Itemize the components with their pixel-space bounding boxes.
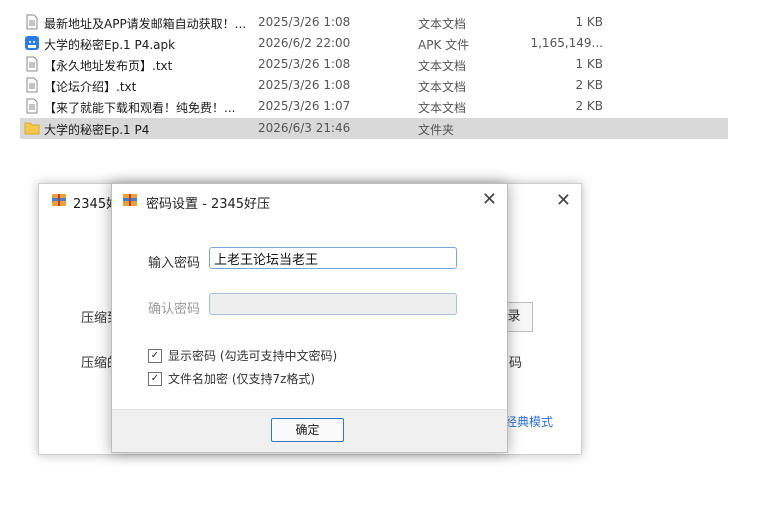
file-row[interactable]: 最新地址及APP请发邮箱自动获取！... 2025/3/26 1:08 文本文档… — [20, 12, 728, 33]
show-password-checkbox[interactable]: ✓ — [148, 348, 162, 363]
compress-dialog-titlebar: 2345好 — [51, 192, 119, 212]
folder-icon — [24, 120, 40, 136]
encrypt-filenames-checkbox[interactable]: ✓ — [148, 371, 162, 386]
file-size: 2 KB — [575, 78, 603, 92]
file-date: 2025/3/26 1:07 — [258, 99, 351, 113]
file-date: 2025/3/26 1:08 — [258, 78, 351, 92]
file-name: 大学的秘密Ep.1 P4.apk — [44, 38, 176, 52]
text-file-icon — [24, 14, 40, 30]
file-date: 2026/6/3 21:46 — [258, 121, 351, 135]
password-dialog-title: 密码设置 - 2345好压 — [146, 196, 271, 212]
password-input[interactable] — [209, 247, 457, 269]
file-name: 【永久地址发布页】.txt — [44, 59, 173, 73]
file-name: 大学的秘密Ep.1 P4 — [44, 123, 150, 137]
file-date: 2026/6/2 22:00 — [258, 36, 351, 50]
encrypt-filenames-option[interactable]: ✓ 文件名加密 (仅支持7z格式) — [148, 370, 315, 387]
close-icon[interactable]: ✕ — [556, 190, 571, 211]
file-type: APK 文件 — [418, 38, 470, 52]
app-logo-icon — [51, 192, 67, 212]
ok-button[interactable]: 确定 — [271, 418, 344, 442]
password-option-text[interactable]: 码 — [509, 352, 522, 371]
dialog-footer: 确定 — [112, 409, 507, 452]
file-size: 1 KB — [575, 57, 603, 71]
show-password-option[interactable]: ✓ 显示密码 (勾选可支持中文密码) — [148, 347, 337, 364]
text-file-icon — [24, 77, 40, 93]
file-type: 文本文档 — [418, 80, 467, 94]
classic-mode-link[interactable]: 经典模式 — [505, 413, 553, 430]
file-type: 文件夹 — [418, 123, 455, 137]
file-row[interactable]: 大学的秘密Ep.1 P4.apk 2026/6/2 22:00 APK 文件 1… — [20, 33, 728, 54]
file-row-selected[interactable]: 大学的秘密Ep.1 P4 2026/6/3 21:46 文件夹 — [20, 118, 728, 139]
confirm-password-label: 确认密码 — [148, 302, 201, 317]
confirm-password-input[interactable] — [209, 293, 457, 315]
password-dialog: 密码设置 - 2345好压 ✕ 输入密码 确认密码 ✓ 显示密码 (勾选可支持中… — [111, 183, 508, 453]
show-password-label: 显示密码 (勾选可支持中文密码) — [168, 349, 338, 363]
file-size: 1,165,149... — [530, 36, 603, 50]
file-date: 2025/3/26 1:08 — [258, 57, 351, 71]
file-name: 【来了就能下载和观看！纯免费！... — [44, 101, 236, 115]
app-logo-icon — [122, 192, 138, 212]
close-icon[interactable]: ✕ — [482, 189, 497, 210]
file-type: 文本文档 — [418, 101, 467, 115]
file-type: 文本文档 — [418, 17, 467, 31]
password-dialog-titlebar: 密码设置 - 2345好压 — [122, 192, 270, 212]
file-size: 1 KB — [575, 15, 603, 29]
text-file-icon — [24, 98, 40, 114]
file-name: 最新地址及APP请发邮箱自动获取！... — [44, 17, 247, 31]
text-file-icon — [24, 56, 40, 72]
file-name: 【论坛介绍】.txt — [44, 80, 137, 94]
file-row[interactable]: 【永久地址发布页】.txt 2025/3/26 1:08 文本文档 1 KB — [20, 54, 728, 75]
file-size: 2 KB — [575, 99, 603, 113]
file-type: 文本文档 — [418, 59, 467, 73]
encrypt-filenames-label: 文件名加密 (仅支持7z格式) — [168, 372, 316, 386]
file-date: 2025/3/26 1:08 — [258, 15, 351, 29]
file-row[interactable]: 【论坛介绍】.txt 2025/3/26 1:08 文本文档 2 KB — [20, 75, 728, 96]
file-row[interactable]: 【来了就能下载和观看！纯免费！... 2025/3/26 1:07 文本文档 2… — [20, 96, 728, 117]
password-label: 输入密码 — [148, 256, 201, 271]
apk-file-icon — [24, 35, 40, 51]
